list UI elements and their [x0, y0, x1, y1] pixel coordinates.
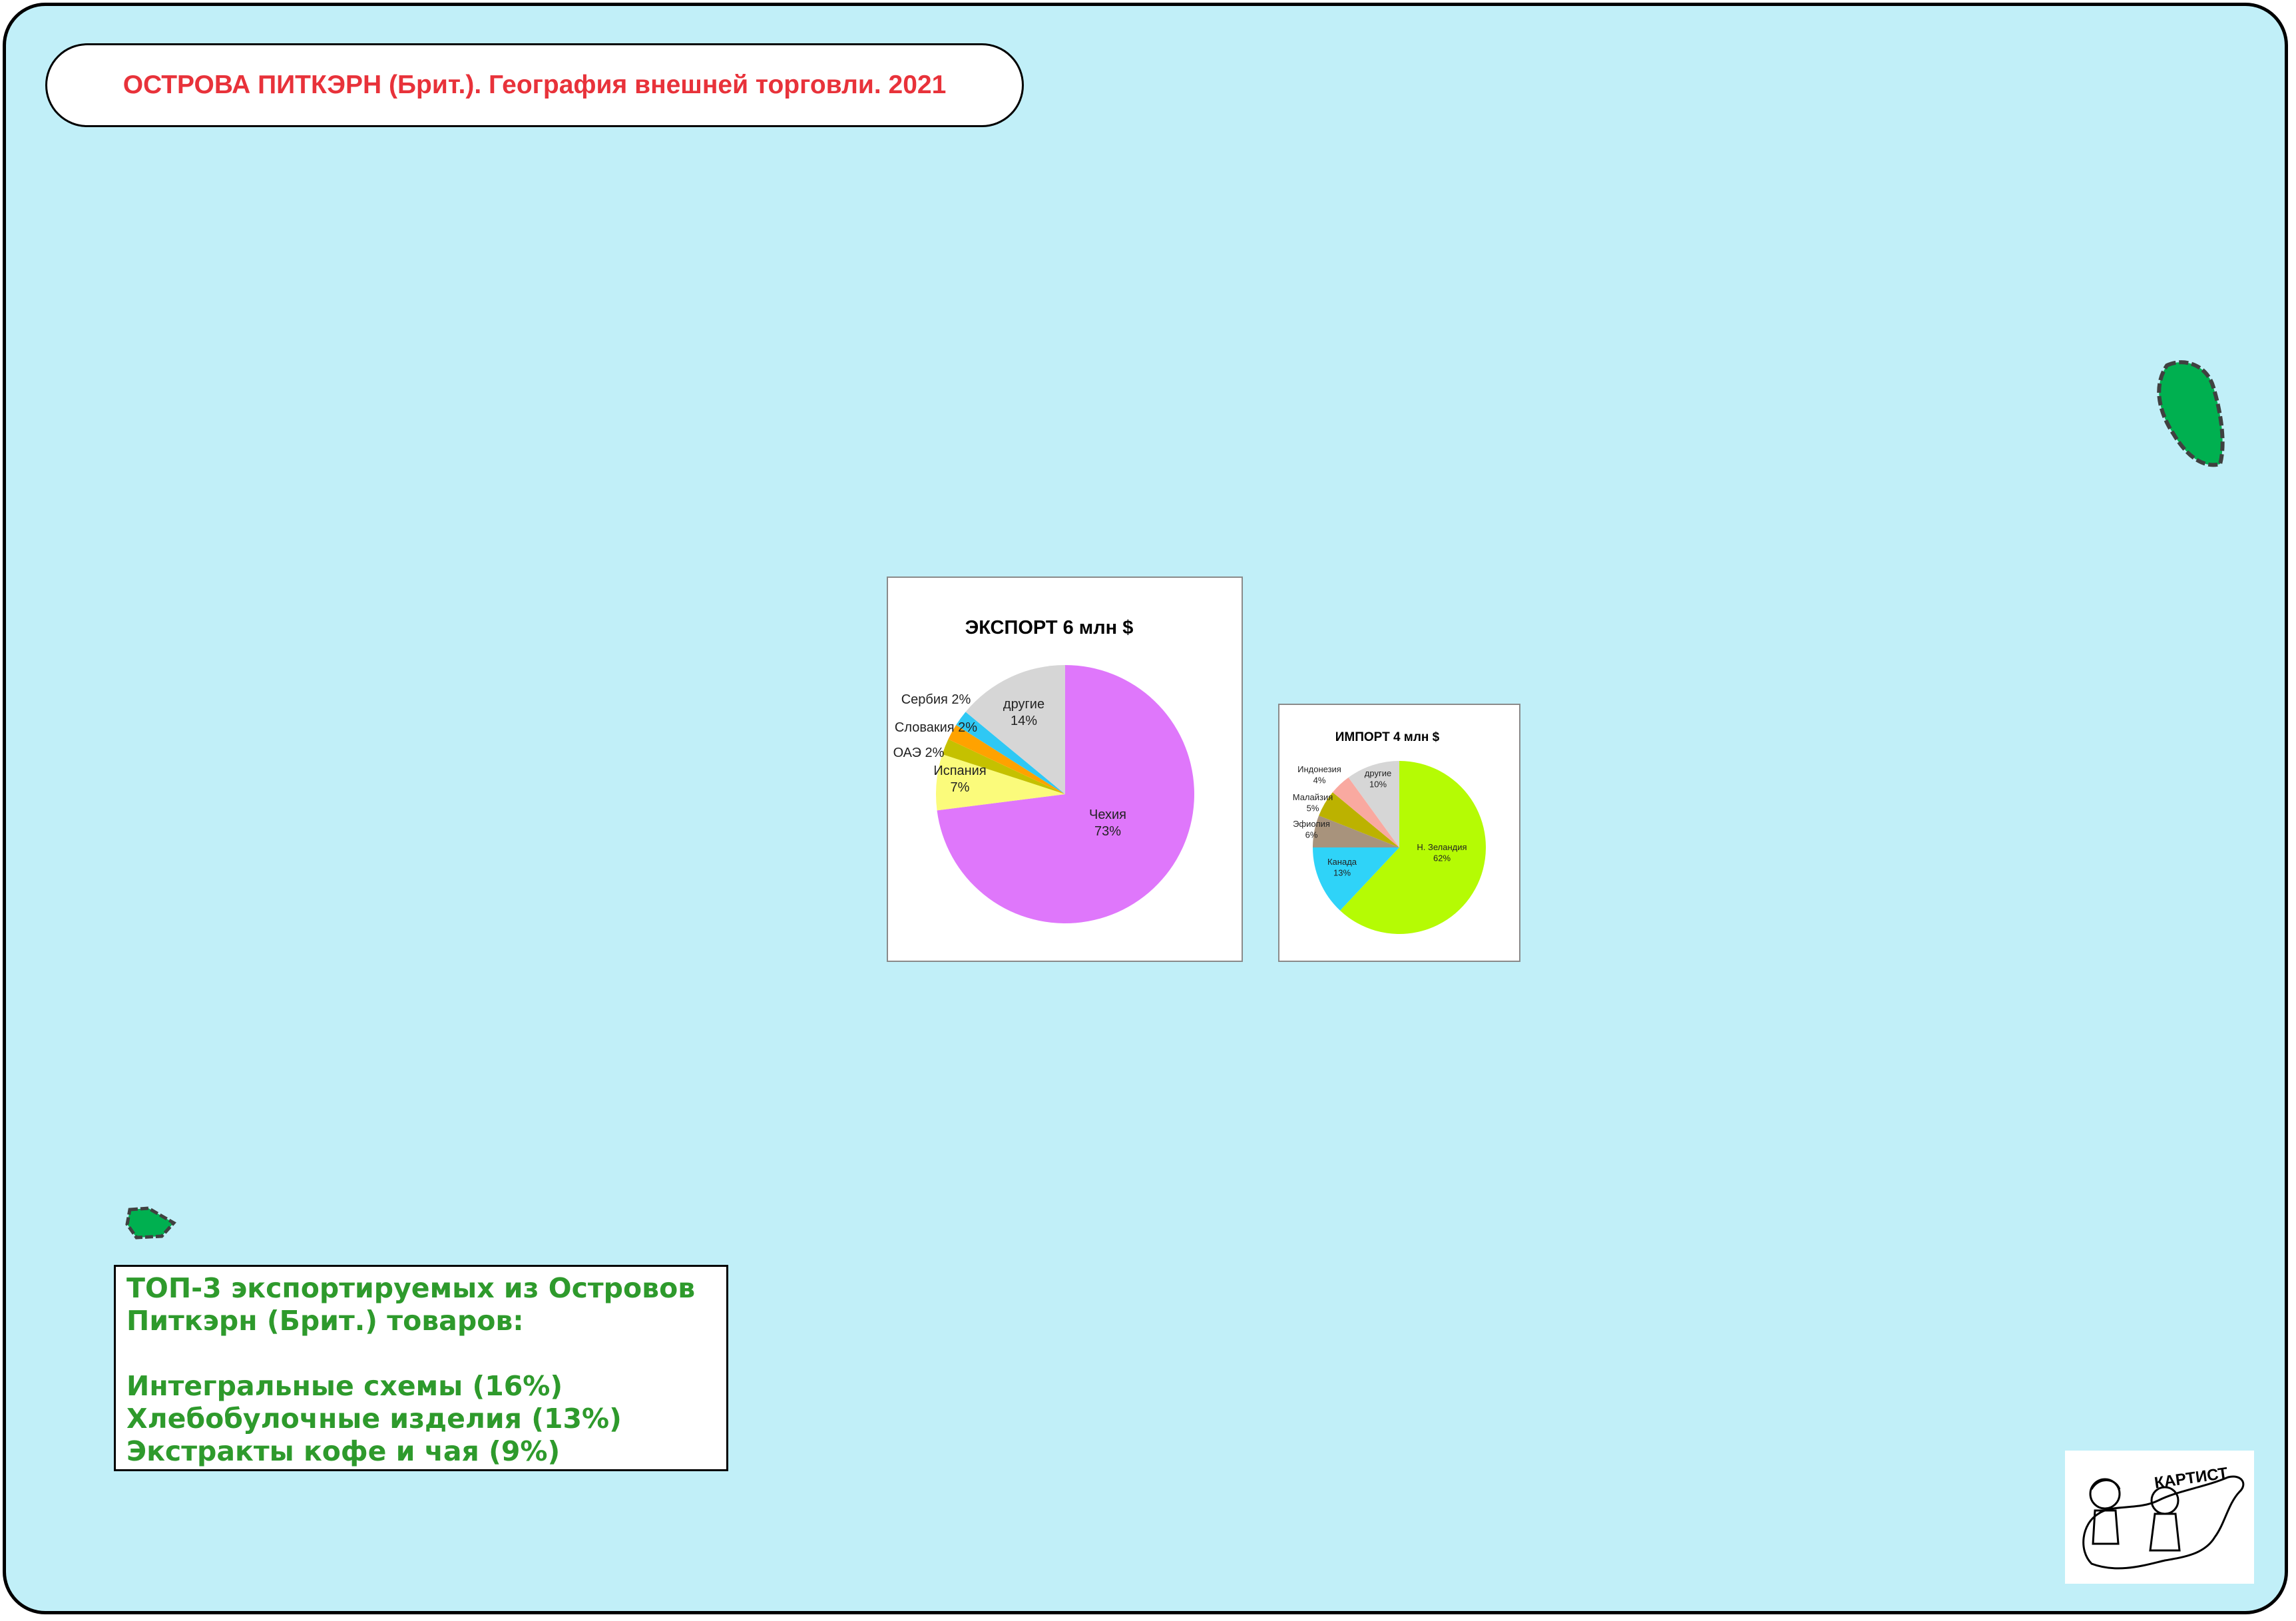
export-pie-chart: ЭКСПОРТ 6 млн $ Чехия 73%Испания 7%ОАЭ 2%С… [893, 617, 1194, 923]
import-chart-panel: ИМПОРТ 4 млн $ Н. Зеландия 62% Канада 13% Эф… [1278, 704, 1520, 962]
export-slice-label-4: Сербия 2% [901, 692, 971, 707]
top3-heading-line1: ТОП-3 экспортируемых из Островов [126, 1272, 696, 1304]
top3-exports-box: ТОП-3 экспортируемых из Островов Питкэрн… [114, 1265, 728, 1471]
export-chart-title: ЭКСПОРТ 6 млн $ [965, 617, 1134, 638]
import-slice-label-4: Индонезия 4% [1297, 764, 1341, 785]
export-chart-panel: ЭКСПОРТ 6 млн $ Чехия 73% Испания 7% ОАЭ 2% С… [887, 577, 1243, 962]
top3-item-2: Хлебобулочные изделия (13%) [126, 1403, 622, 1435]
island-west [125, 1206, 176, 1240]
top3-heading-line2: Питкэрн (Брит.) товаров: [126, 1305, 524, 1337]
page-title: ОСТРОВА ПИТКЭРН (Брит.). География внешн… [122, 71, 947, 99]
import-pie-chart: ИМПОРТ 4 млн $ Н. Зеландия 62%Канада 13%Эф… [1293, 730, 1486, 934]
top3-item-3: Экстракты кофе и чая (9%) [126, 1435, 561, 1467]
export-slice-label-3: Словакия 2% [895, 720, 977, 735]
top3-item-1: Интегральные схемы (16%) [126, 1370, 563, 1402]
map-frame: ОСТРОВА ПИТКЭРН (Брит.). География внешн… [3, 3, 2288, 1614]
kartist-logo: КАРТИСТ [2065, 1451, 2254, 1584]
import-chart-title: ИМПОРТ 4 млн $ [1335, 730, 1440, 744]
export-slice-label-2: ОАЭ 2% [893, 746, 945, 760]
title-banner: ОСТРОВА ПИТКЭРН (Брит.). География внешн… [45, 43, 1024, 127]
island-east [2157, 360, 2225, 467]
